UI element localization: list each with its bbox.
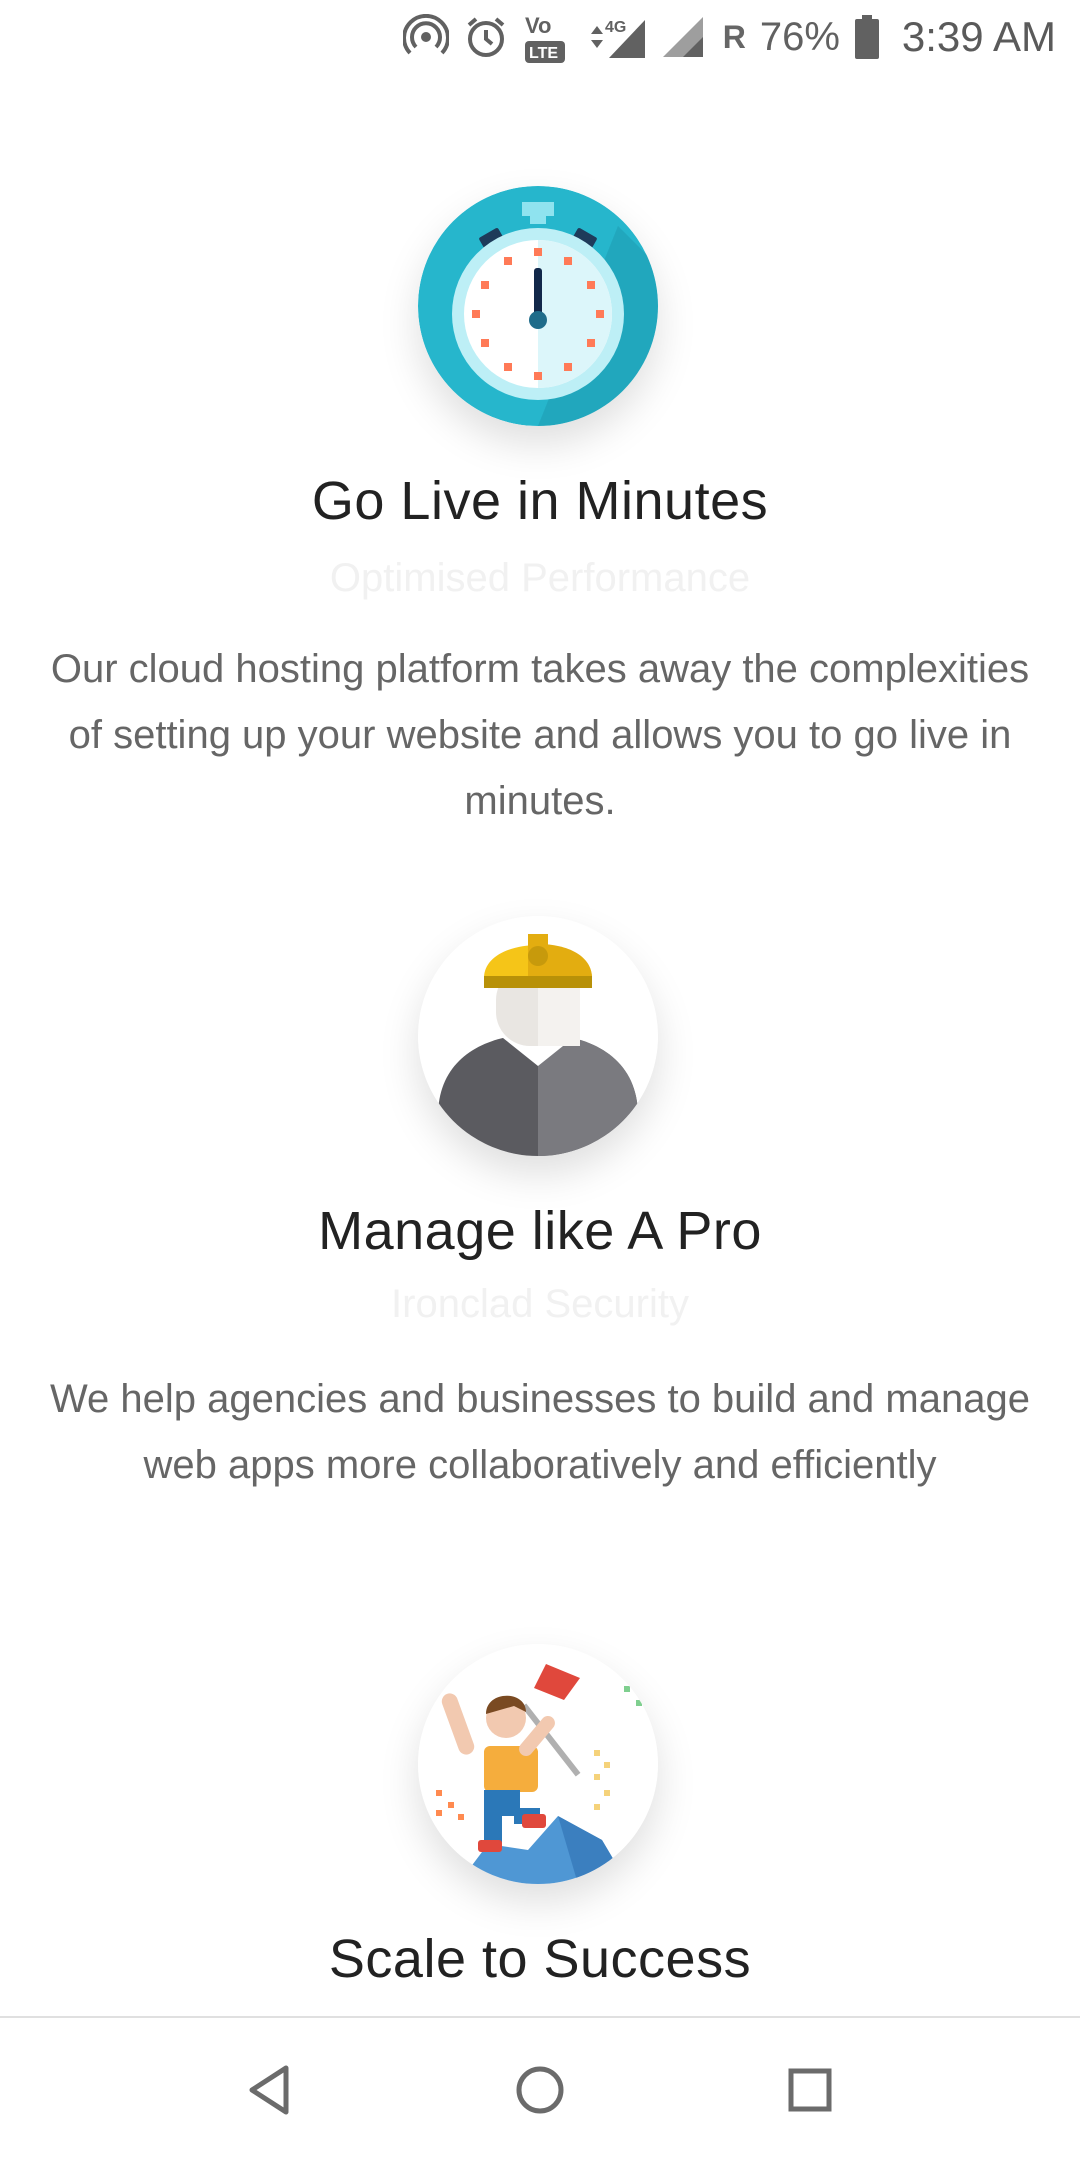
navigation-bar [0,2016,1080,2162]
volte-icon: Vo LTE [523,9,573,65]
recents-icon [788,2068,832,2112]
feature-scale-success: Scale to Success [0,74,1080,2014]
back-button[interactable] [230,2050,310,2130]
back-icon [249,2065,289,2115]
svg-text:4G: 4G [605,19,626,36]
signal-icon [661,15,705,59]
features-list: Go Live in Minutes Optimised Performance… [0,74,1080,2014]
feature-title: Scale to Success [328,1929,752,1989]
volte-label: LTE [529,45,558,62]
battery-icon [854,14,880,60]
hotspot-icon [402,14,449,60]
network-type-icon: 4G [587,12,647,62]
summit-flag-icon [418,1644,658,1884]
status-bar: Vo LTE 4G R 76% 3:39 AM [0,0,1080,74]
svg-text:Vo: Vo [525,13,551,38]
home-button[interactable] [500,2050,580,2130]
battery-percent: 76% [759,14,840,59]
roaming-indicator: R [722,18,746,55]
recents-button[interactable] [770,2050,850,2130]
clock: 3:39 AM [901,13,1056,60]
home-icon [516,2066,564,2114]
alarm-icon [463,14,509,60]
